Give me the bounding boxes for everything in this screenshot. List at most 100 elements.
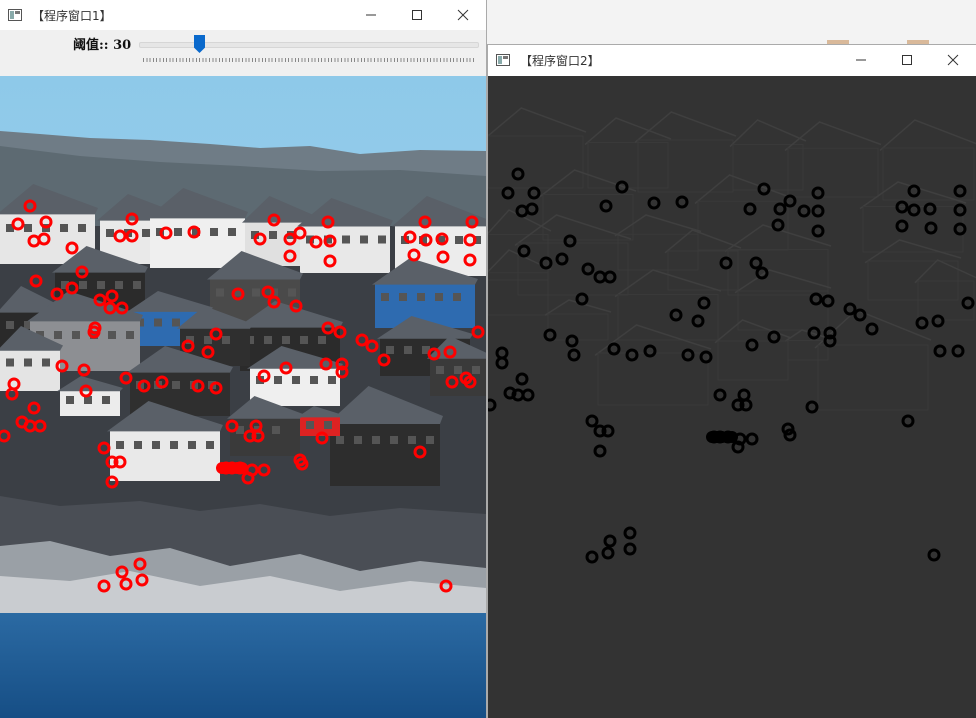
house-wall	[300, 224, 390, 273]
house-wall	[110, 429, 220, 481]
minimize-button[interactable]	[348, 0, 394, 30]
house-window	[66, 396, 74, 404]
house-wall	[230, 417, 300, 456]
house-window	[133, 281, 141, 289]
background-window	[486, 0, 976, 46]
house-window	[24, 224, 32, 232]
house-window	[454, 366, 462, 374]
maximize-icon	[412, 10, 422, 20]
minimize-icon	[856, 59, 866, 61]
threshold-slider-ticks	[143, 58, 475, 62]
house-window	[106, 229, 114, 237]
house-window	[79, 281, 87, 289]
close-icon	[457, 9, 469, 21]
house-window	[436, 366, 444, 374]
house-window	[435, 293, 443, 301]
house-window	[381, 293, 389, 301]
app-icon	[8, 9, 22, 21]
house-window	[399, 293, 407, 301]
house-window	[328, 376, 336, 384]
house-window	[170, 441, 178, 449]
house-window	[360, 235, 368, 244]
house-window	[72, 331, 80, 339]
house-window	[126, 331, 134, 339]
program-window-2: 【程序窗口2】	[488, 45, 976, 718]
window1-titlebar[interactable]: 【程序窗口1】	[0, 0, 486, 30]
house-window	[60, 224, 68, 232]
house-window	[274, 376, 282, 384]
house-window	[116, 441, 124, 449]
house-window	[24, 358, 32, 367]
house-window	[417, 293, 425, 301]
house-window	[318, 336, 326, 344]
house-window	[272, 426, 280, 434]
response-background	[488, 76, 976, 718]
house-window	[216, 288, 224, 297]
house-window	[134, 441, 142, 449]
house-window	[228, 228, 236, 236]
house-window	[6, 321, 14, 329]
house-window	[386, 346, 394, 354]
window2-titlebar[interactable]: 【程序窗口2】	[488, 45, 976, 75]
close-button[interactable]	[930, 45, 976, 75]
minimize-icon	[366, 14, 376, 16]
house-window	[453, 293, 461, 301]
house-window	[292, 376, 300, 384]
house-window	[78, 224, 86, 232]
house-window	[455, 236, 463, 244]
house-window	[372, 436, 380, 444]
house-window	[188, 441, 196, 449]
house-window	[336, 436, 344, 444]
house-window	[282, 336, 290, 344]
program-window-1: 【程序窗口1】 阈值:: 30	[0, 0, 486, 718]
house-window	[172, 381, 180, 389]
house-window	[54, 331, 62, 339]
close-button[interactable]	[440, 0, 486, 30]
maximize-button[interactable]	[394, 0, 440, 30]
maximize-icon	[902, 55, 912, 65]
house-window	[426, 436, 434, 444]
corner-marker	[236, 462, 248, 474]
app-icon	[496, 54, 510, 66]
minimize-button[interactable]	[838, 45, 884, 75]
threshold-slider-thumb[interactable]	[194, 35, 205, 53]
maximize-button[interactable]	[884, 45, 930, 75]
house-window	[354, 436, 362, 444]
house-window	[252, 288, 260, 297]
house-window	[102, 396, 110, 404]
corner-marker	[726, 431, 738, 443]
house-window	[300, 336, 308, 344]
house-wall	[430, 357, 486, 396]
house-window	[210, 228, 218, 236]
house-window	[472, 366, 480, 374]
house-window	[174, 228, 182, 236]
house-window	[264, 336, 272, 344]
window2-title: 【程序窗口2】	[520, 53, 600, 68]
corner-response-image	[488, 76, 976, 718]
house-window	[306, 421, 314, 429]
house-window	[108, 331, 116, 339]
house-window	[172, 318, 180, 327]
house-window	[154, 318, 162, 327]
sea	[0, 613, 486, 718]
house-window	[288, 288, 296, 297]
house-window	[115, 281, 123, 289]
house-window	[269, 231, 277, 239]
source-image-with-corners	[0, 76, 486, 718]
close-icon	[947, 54, 959, 66]
house-window	[324, 421, 332, 429]
threshold-label: 阈值:: 30	[73, 38, 132, 53]
threshold-slider-track[interactable]	[139, 42, 479, 48]
house-window	[404, 346, 412, 354]
house-window	[42, 358, 50, 367]
window1-title: 【程序窗口1】	[32, 8, 112, 23]
house-window	[378, 235, 386, 244]
house-window	[222, 336, 230, 344]
trackbar-panel: 阈值:: 30	[0, 30, 486, 76]
house-window	[152, 441, 160, 449]
house-window	[6, 358, 14, 367]
house-window	[310, 376, 318, 384]
house-window	[206, 441, 214, 449]
house-window	[390, 436, 398, 444]
house-window	[97, 281, 105, 289]
